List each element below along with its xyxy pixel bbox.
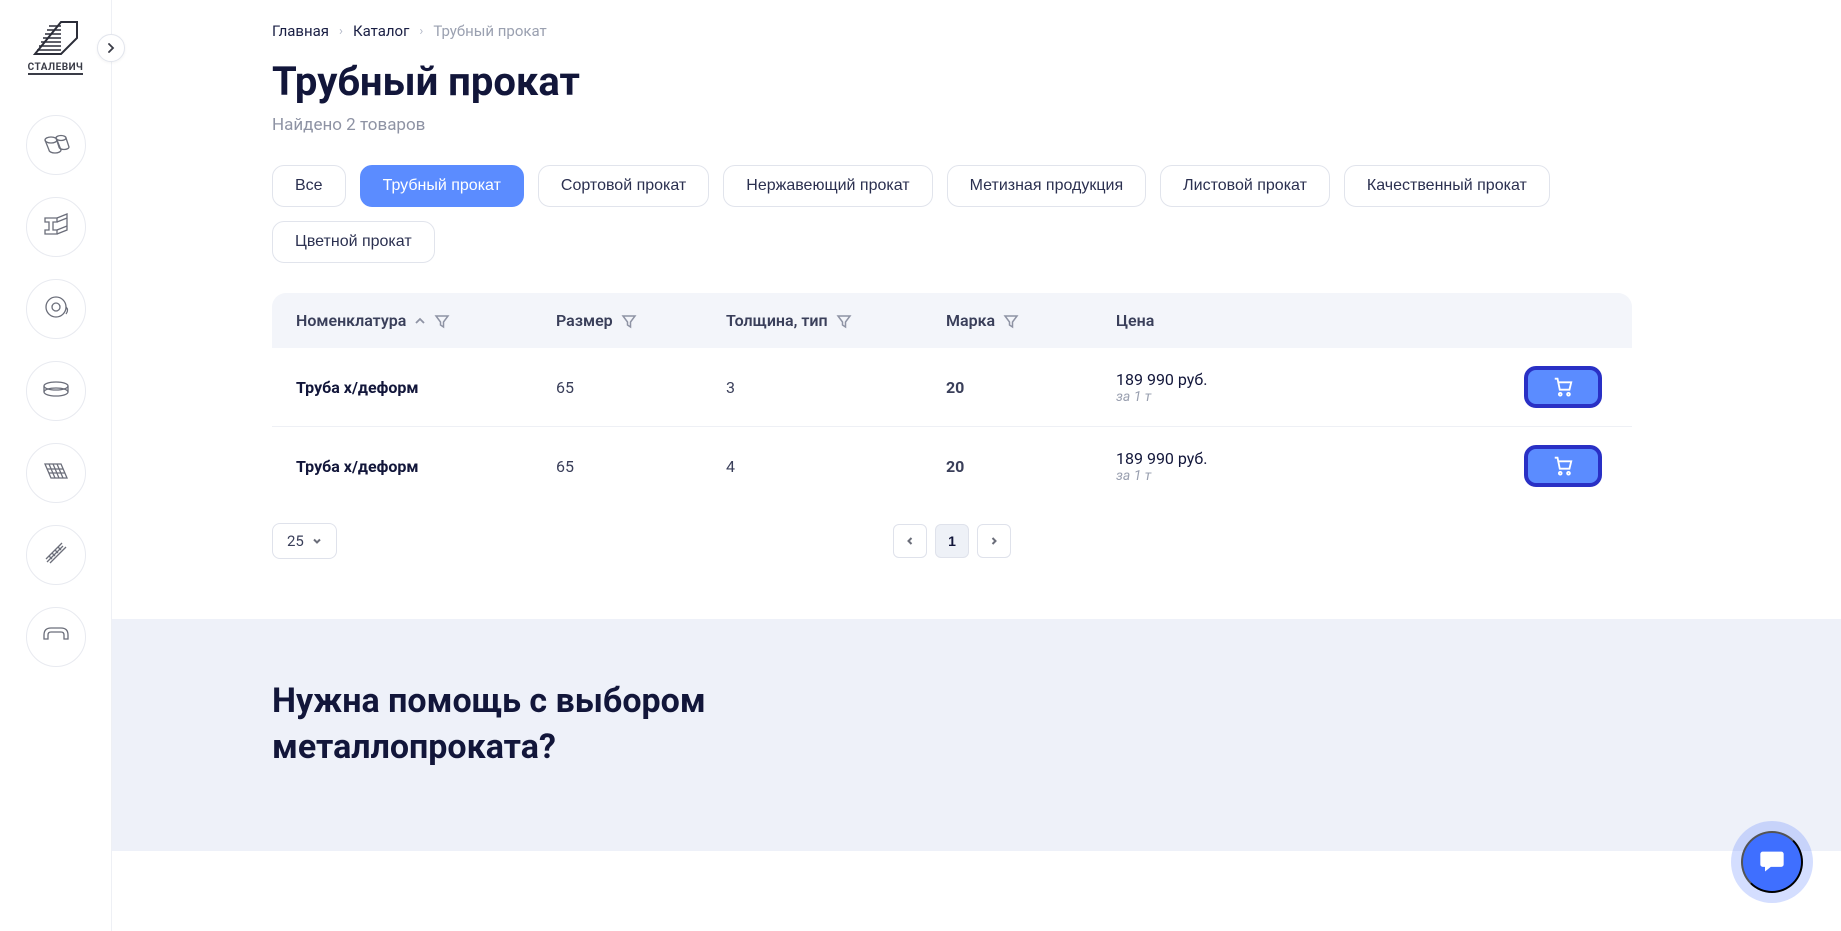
chat-icon (1758, 847, 1786, 878)
pager: 1 (893, 524, 1011, 558)
table-header: Номенклатура Размер Толщина, тип Марка (272, 293, 1632, 348)
page-size-value: 25 (287, 532, 304, 550)
chevron-right-icon (989, 533, 999, 549)
page-size-select[interactable]: 25 (272, 523, 337, 559)
cell-thickness: 4 (726, 457, 946, 476)
chevron-right-icon: › (339, 24, 343, 39)
pagination-row: 25 1 (272, 523, 1632, 599)
table-row: Труба х/деформ 65 3 20 189 990 руб. за 1… (272, 348, 1632, 427)
filter-pill-quality[interactable]: Качественный прокат (1344, 165, 1550, 207)
cell-price: 189 990 руб. за 1 т (1116, 445, 1608, 487)
sidebar-expand-button[interactable] (97, 34, 125, 62)
chevron-left-icon (905, 533, 915, 549)
products-table: Номенклатура Размер Толщина, тип Марка (272, 293, 1632, 505)
filter-icon[interactable] (434, 313, 450, 329)
price-unit: за 1 т (1116, 389, 1207, 405)
rebar-icon (39, 536, 73, 574)
help-section: Нужна помощь с выбором металлопроката? (112, 619, 1841, 851)
add-to-cart-button[interactable] (1524, 445, 1602, 487)
th-name-label: Номенклатура (296, 311, 406, 330)
logo-text: СТАЛЕВИЧ (28, 62, 84, 75)
found-count: Найдено 2 товаров (272, 115, 1652, 135)
cell-size: 65 (556, 457, 726, 476)
th-mark[interactable]: Марка (946, 311, 1116, 330)
logo[interactable]: СТАЛЕВИЧ (28, 18, 84, 75)
th-mark-label: Марка (946, 311, 995, 330)
price-value: 189 990 руб. (1116, 449, 1207, 468)
caret-down-icon (312, 532, 322, 550)
ring-icon (39, 372, 73, 410)
filter-pill-hardware[interactable]: Метизная продукция (947, 165, 1147, 207)
sidebar-item-pipes[interactable] (26, 115, 86, 175)
filter-icon[interactable] (621, 313, 637, 329)
sidebar-nav (26, 115, 86, 667)
cell-mark: 20 (946, 457, 1116, 476)
price-value: 189 990 руб. (1116, 370, 1207, 389)
filter-icon[interactable] (836, 313, 852, 329)
pipes-icon (39, 126, 73, 164)
filter-pill-all[interactable]: Все (272, 165, 346, 207)
price-unit: за 1 т (1116, 468, 1207, 484)
cart-icon (1552, 375, 1574, 400)
table-row: Труба х/деформ 65 4 20 189 990 руб. за 1… (272, 427, 1632, 505)
chat-fab[interactable] (1741, 831, 1803, 893)
th-price: Цена (1116, 311, 1608, 330)
main: Главная › Каталог › Трубный прокат Трубн… (112, 0, 1841, 931)
th-thickness-label: Толщина, тип (726, 311, 828, 330)
sidebar-item-mesh[interactable] (26, 443, 86, 503)
sidebar-item-coils[interactable] (26, 279, 86, 339)
help-title: Нужна помощь с выбором металлопроката? (272, 679, 892, 771)
category-filters: Все Трубный прокат Сортовой прокат Нержа… (272, 165, 1652, 263)
breadcrumb-catalog[interactable]: Каталог (353, 22, 409, 40)
coil-icon (39, 290, 73, 328)
filter-icon[interactable] (1003, 313, 1019, 329)
th-name[interactable]: Номенклатура (296, 311, 556, 330)
cell-name[interactable]: Труба х/деформ (296, 457, 556, 476)
cart-icon (1552, 454, 1574, 479)
cell-price: 189 990 руб. за 1 т (1116, 366, 1608, 408)
filter-pill-sort[interactable]: Сортовой прокат (538, 165, 709, 207)
cell-size: 65 (556, 378, 726, 397)
breadcrumb-current: Трубный прокат (433, 22, 546, 40)
sort-asc-icon[interactable] (414, 315, 426, 327)
page-title: Трубный прокат (272, 58, 1652, 105)
th-thickness[interactable]: Толщина, тип (726, 311, 946, 330)
pager-prev[interactable] (893, 524, 927, 558)
chevron-right-icon (106, 41, 116, 56)
logo-mark-icon (31, 18, 81, 58)
th-size[interactable]: Размер (556, 311, 726, 330)
fitting-icon (39, 618, 73, 656)
sidebar: СТАЛЕВИЧ (0, 0, 112, 931)
add-to-cart-button[interactable] (1524, 366, 1602, 408)
cell-thickness: 3 (726, 378, 946, 397)
sidebar-item-rings[interactable] (26, 361, 86, 421)
filter-pill-nonferrous[interactable]: Цветной прокат (272, 221, 435, 263)
mesh-icon (39, 454, 73, 492)
sidebar-item-fittings[interactable] (26, 607, 86, 667)
filter-pill-pipe[interactable]: Трубный прокат (360, 165, 524, 207)
breadcrumb-home[interactable]: Главная (272, 22, 329, 40)
breadcrumb: Главная › Каталог › Трубный прокат (272, 22, 1652, 40)
cell-mark: 20 (946, 378, 1116, 397)
chevron-right-icon: › (419, 24, 423, 39)
sidebar-item-rebar[interactable] (26, 525, 86, 585)
pager-next[interactable] (977, 524, 1011, 558)
th-price-label: Цена (1116, 311, 1154, 330)
th-size-label: Размер (556, 311, 613, 330)
filter-pill-sheet[interactable]: Листовой прокат (1160, 165, 1330, 207)
pager-page-1[interactable]: 1 (935, 524, 969, 558)
sidebar-item-beams[interactable] (26, 197, 86, 257)
filter-pill-stainless[interactable]: Нержавеющий прокат (723, 165, 932, 207)
cell-name[interactable]: Труба х/деформ (296, 378, 556, 397)
beam-icon (39, 208, 73, 246)
